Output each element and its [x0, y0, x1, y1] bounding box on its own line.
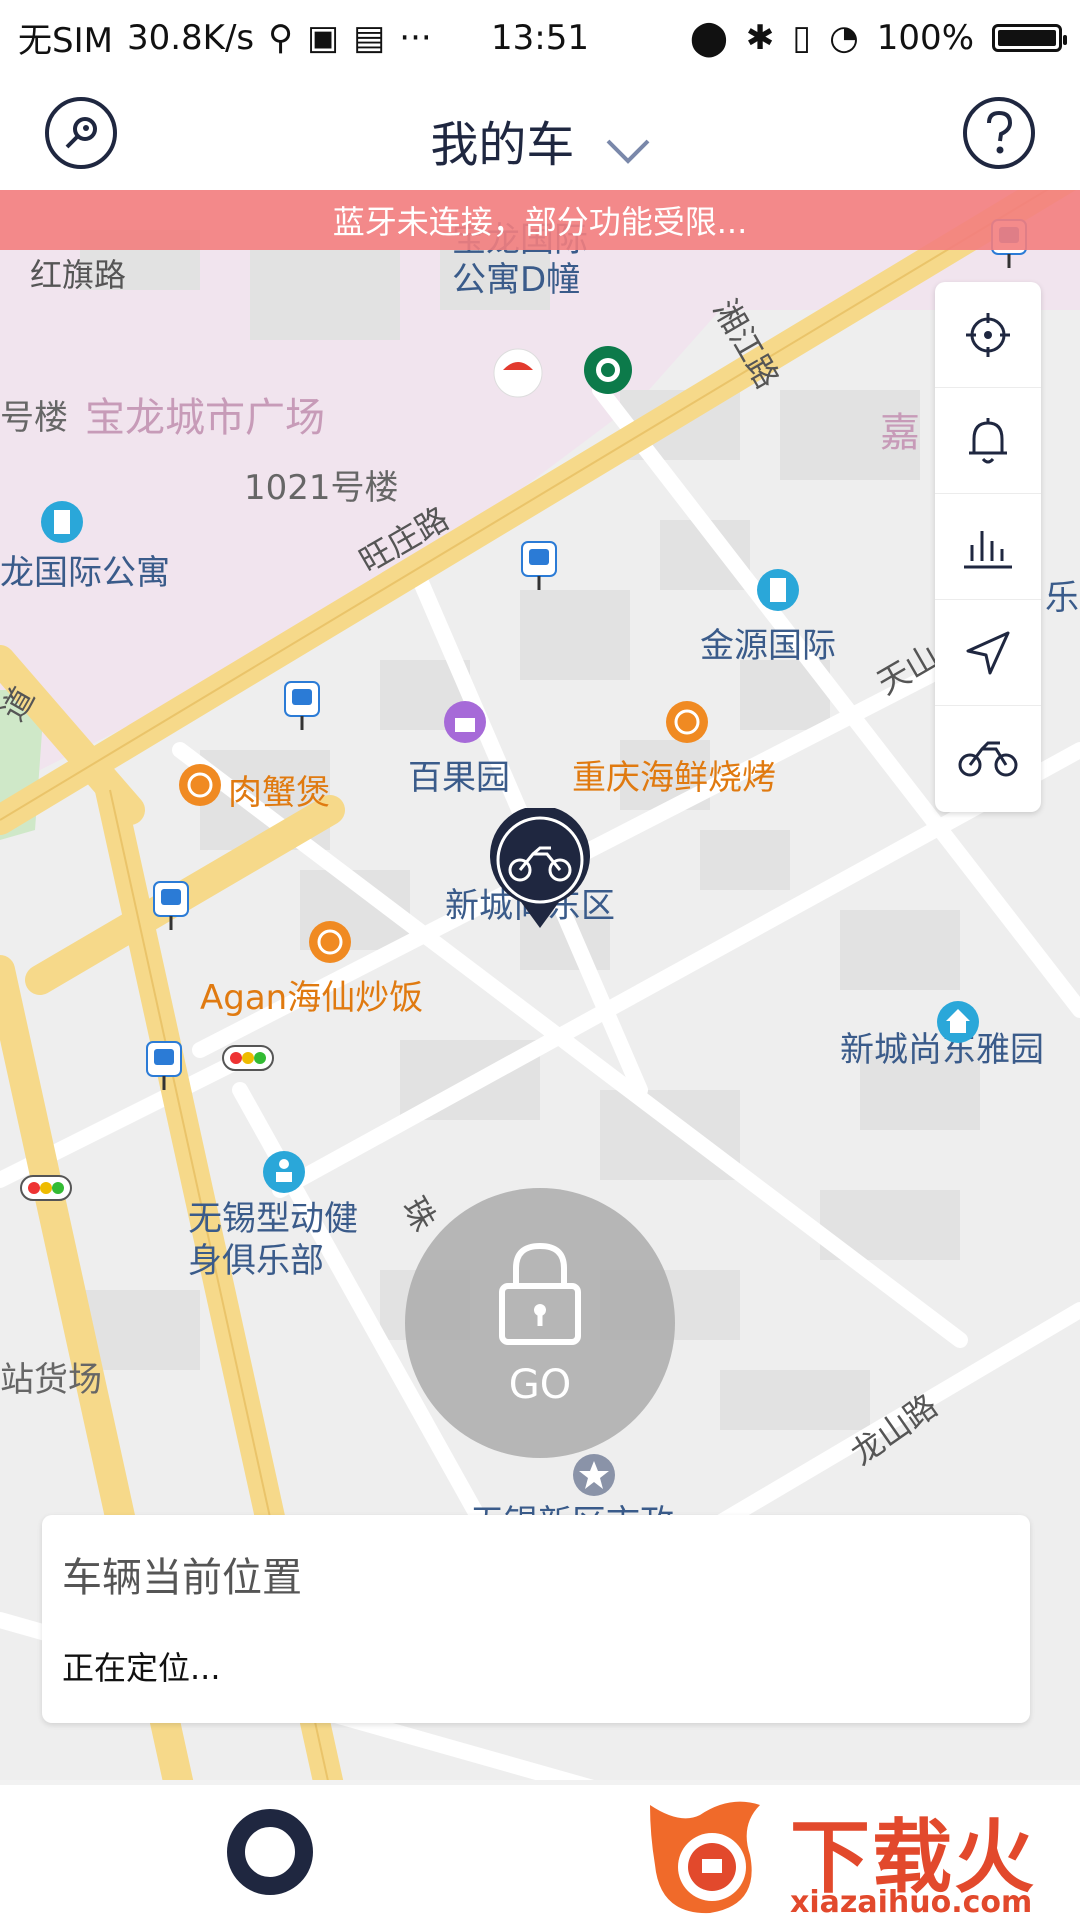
alarm-button[interactable]: [935, 388, 1041, 494]
bus-stop-icon: [145, 1040, 183, 1096]
vehicle-button[interactable]: [935, 706, 1041, 812]
place-label: 站货场: [0, 1360, 102, 1400]
home-icon: [936, 1000, 980, 1048]
place-label: 嘉: [880, 410, 920, 456]
place-label: 重庆海鲜烧烤: [572, 758, 776, 798]
locate-icon: [966, 312, 1010, 357]
place-label: 号楼: [0, 398, 68, 438]
road-label: 红旗路: [30, 256, 127, 294]
vehicle-selector[interactable]: 我的车: [0, 105, 1080, 176]
clipboard-icon: ▤: [353, 17, 386, 58]
landmark-star-icon: [572, 1453, 616, 1501]
restaurant-icon: [665, 700, 709, 748]
bus-stop-icon: [520, 540, 558, 596]
bell-icon: [969, 417, 1007, 463]
watermark: 下载火 xiazaihuo.com: [640, 1785, 1080, 1920]
debug-icon: ▣: [307, 17, 340, 58]
pizza-hut-icon: [493, 348, 543, 402]
place-label: 乐嘉: [1045, 578, 1080, 618]
vehicle-location-marker[interactable]: [485, 805, 595, 936]
place-label: 宝龙城市广场: [85, 395, 325, 441]
map-toolbar: [935, 282, 1041, 812]
motorcycle-icon: [958, 741, 1018, 777]
chevron-down-icon: [606, 120, 650, 176]
vibrate-icon: ▯: [792, 17, 812, 58]
bluetooth-warning-banner: 蓝牙未连接，部分功能受限...: [0, 190, 1080, 250]
starbucks-icon: [583, 345, 633, 399]
battery-icon: [992, 23, 1067, 52]
place-label: 1021号楼: [244, 468, 399, 508]
top-nav: 我的车: [0, 75, 1080, 190]
location-status: 正在定位...: [62, 1649, 221, 1687]
carrier-label: 无SIM: [18, 21, 113, 61]
navigate-icon: [966, 631, 1010, 674]
traffic-light-icon: [20, 1175, 72, 1205]
card-title: 车辆当前位置: [62, 1555, 302, 1601]
usb-icon: ⚲: [268, 17, 294, 58]
gym-icon: [262, 1150, 306, 1198]
place-label: 无锡型动健 身俱乐部: [188, 1199, 358, 1281]
bus-stop-icon: [152, 880, 190, 936]
vehicle-location-card: 车辆当前位置 正在定位...: [42, 1515, 1030, 1723]
banner-text: 蓝牙未连接，部分功能受限...: [332, 203, 748, 241]
bus-stop-icon: [283, 680, 321, 736]
place-label: 金源国际: [700, 626, 836, 666]
place-label: 百果园: [408, 758, 510, 798]
place-label: 肉蟹煲: [228, 773, 330, 813]
building-icon: [756, 568, 800, 616]
location-icon: ⬤: [689, 17, 728, 58]
watermark-url: xiazaihuo.com: [790, 1885, 1033, 1920]
restaurant-icon: [308, 920, 352, 968]
place-label: 龙国际公寓: [0, 553, 170, 593]
help-icon[interactable]: [963, 97, 1035, 169]
shopping-icon: [443, 700, 487, 748]
go-unlock-button[interactable]: GO: [405, 1188, 675, 1458]
battery-percent: 100%: [876, 17, 974, 58]
wifi-icon: ◔: [829, 17, 859, 58]
navigate-button[interactable]: [935, 600, 1041, 706]
place-label: Agan海仙炒饭: [200, 978, 424, 1018]
statistics-button[interactable]: [935, 494, 1041, 600]
lock-icon: [499, 1242, 581, 1345]
bluetooth-icon: ✱: [745, 17, 775, 58]
home-ring-button[interactable]: [227, 1809, 313, 1895]
traffic-light-icon: [222, 1045, 274, 1075]
restaurant-icon: [178, 763, 222, 811]
chart-icon: [964, 530, 1012, 568]
status-bar: 无SIM 30.8K/s ⚲ ▣ ▤ ··· 13:51 ⬤ ✱ ▯ ◔ 100…: [0, 0, 1080, 75]
network-speed: 30.8K/s: [126, 17, 255, 58]
page-title: 我的车: [430, 117, 575, 173]
watermark-logo: [650, 1801, 760, 1914]
locate-button[interactable]: [935, 282, 1041, 388]
building-icon: [40, 500, 84, 548]
more-dots: ···: [399, 17, 432, 58]
go-label: GO: [508, 1362, 572, 1408]
